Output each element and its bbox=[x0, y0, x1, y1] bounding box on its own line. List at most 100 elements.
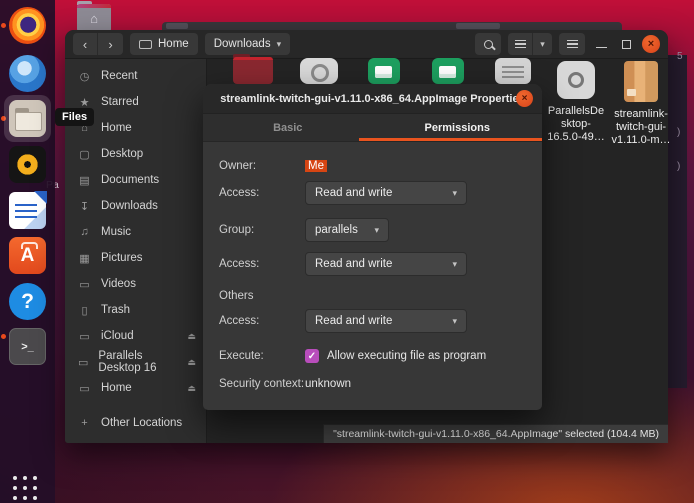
disk-image-icon bbox=[557, 61, 595, 99]
group-access-dropdown[interactable]: Read and write ▾ bbox=[305, 252, 467, 276]
background-text-fragment: ) bbox=[677, 161, 680, 172]
trash-icon: ▯ bbox=[78, 304, 91, 317]
maximize-button[interactable] bbox=[617, 33, 635, 55]
execute-checkbox[interactable]: ✓ bbox=[305, 349, 319, 363]
star-icon: ★ bbox=[78, 96, 91, 109]
sidebar-item-recent[interactable]: ◷ Recent bbox=[65, 63, 206, 89]
tab-permissions[interactable]: Permissions bbox=[373, 114, 543, 141]
desktop-icon: ▢ bbox=[78, 148, 91, 161]
dialog-title: streamlink-twitch-gui-v1.11.0-x86_64.App… bbox=[220, 93, 524, 105]
others-access-dropdown[interactable]: Read and write ▾ bbox=[305, 309, 467, 333]
sidebar-label: Parallels Desktop 16 bbox=[98, 350, 177, 374]
sidebar-label: Videos bbox=[101, 278, 136, 290]
dock: A ? >_ bbox=[0, 0, 55, 503]
running-indicator bbox=[1, 334, 6, 339]
group-access-label: Access: bbox=[219, 258, 305, 270]
computer-icon bbox=[139, 40, 152, 49]
running-indicator bbox=[1, 23, 6, 28]
desktop: 5 ) ) ⌂ Pa A ? >_ Files ‹ › bbox=[0, 0, 694, 503]
file-parallels-desktop[interactable]: ParallelsDe sktop- 16.5.0-49… bbox=[544, 61, 608, 144]
show-applications-button[interactable] bbox=[13, 476, 39, 502]
disk-image-icon[interactable] bbox=[300, 58, 338, 84]
eject-icon[interactable]: ⏏ bbox=[187, 357, 196, 368]
sidebar-item-parallels-desktop-16[interactable]: ▭ Parallels Desktop 16 ⏏ bbox=[65, 349, 206, 375]
background-window-tab bbox=[166, 23, 188, 29]
help-icon[interactable]: ? bbox=[9, 283, 46, 320]
video-icon: ▭ bbox=[78, 278, 91, 291]
view-options-dropdown[interactable]: ▾ bbox=[533, 33, 552, 55]
rhythmbox-icon[interactable] bbox=[9, 146, 46, 183]
back-button[interactable]: ‹ bbox=[73, 33, 98, 55]
folder-icon[interactable] bbox=[233, 57, 273, 84]
hamburger-icon bbox=[567, 40, 578, 49]
breadcrumb-downloads[interactable]: Downloads ▾ bbox=[205, 33, 290, 55]
owner-access-dropdown[interactable]: Read and write ▾ bbox=[305, 181, 467, 205]
clock-icon: ◷ bbox=[78, 70, 91, 83]
sidebar-label: Downloads bbox=[101, 200, 158, 212]
navigation-buttons: ‹ › bbox=[73, 33, 123, 55]
sidebar-item-other-locations[interactable]: + Other Locations bbox=[65, 410, 206, 436]
sidebar-label: Recent bbox=[101, 70, 137, 82]
menu-button[interactable] bbox=[559, 33, 585, 55]
chevron-down-icon: ▾ bbox=[374, 225, 379, 236]
libreoffice-writer-icon[interactable] bbox=[9, 192, 46, 229]
sidebar-item-desktop[interactable]: ▢ Desktop bbox=[65, 141, 206, 167]
tab-basic[interactable]: Basic bbox=[203, 114, 373, 141]
permissions-panel: Owner: Me Access: Read and write ▾ Group… bbox=[203, 142, 542, 390]
maximize-icon bbox=[622, 40, 631, 49]
list-view-button[interactable] bbox=[508, 33, 533, 55]
download-icon: ↧ bbox=[78, 200, 91, 213]
picture-icon: ▦ bbox=[78, 252, 91, 265]
package-icon bbox=[624, 61, 658, 102]
active-tab-underline bbox=[359, 138, 542, 141]
background-text-fragment: 5 bbox=[677, 51, 683, 62]
sidebar-item-downloads[interactable]: ↧ Downloads bbox=[65, 193, 206, 219]
group-dropdown[interactable]: parallels ▾ bbox=[305, 218, 389, 242]
plus-icon: + bbox=[78, 417, 91, 429]
firefox-icon[interactable] bbox=[9, 7, 46, 44]
sidebar-label: Home bbox=[101, 122, 132, 134]
terminal-icon[interactable]: >_ bbox=[9, 328, 46, 365]
execute-checkbox-label[interactable]: Allow executing file as program bbox=[327, 350, 486, 362]
search-icon bbox=[484, 40, 493, 49]
file-label: streamlink- twitch-gui- v1.11.0-m… bbox=[611, 108, 670, 147]
sidebar-label: Music bbox=[101, 226, 131, 238]
file-streamlink-twitch-gui[interactable]: streamlink- twitch-gui- v1.11.0-m… bbox=[611, 61, 671, 147]
sidebar-item-documents[interactable]: ▤ Documents bbox=[65, 167, 206, 193]
owner-access-label: Access: bbox=[219, 187, 305, 199]
minimize-button[interactable] bbox=[592, 33, 610, 55]
spreadsheet-icon[interactable] bbox=[368, 58, 400, 84]
sidebar-item-home-drive[interactable]: ▭ Home ⏏ bbox=[65, 375, 206, 401]
files-icon[interactable] bbox=[9, 100, 46, 137]
eject-icon[interactable]: ⏏ bbox=[187, 331, 196, 342]
spreadsheet-icon[interactable] bbox=[432, 58, 464, 84]
search-button[interactable] bbox=[475, 33, 501, 55]
chevron-down-icon: ▾ bbox=[452, 316, 457, 327]
security-context-value: unknown bbox=[305, 378, 351, 390]
sidebar-item-pictures[interactable]: ▦ Pictures bbox=[65, 245, 206, 271]
sidebar-item-trash[interactable]: ▯ Trash bbox=[65, 297, 206, 323]
security-context-label: Security context: bbox=[219, 378, 305, 390]
thunderbird-icon[interactable] bbox=[9, 55, 46, 92]
sidebar-item-music[interactable]: ♫ Music bbox=[65, 219, 206, 245]
drive-icon: ▭ bbox=[78, 356, 88, 369]
text-file-icon[interactable] bbox=[495, 58, 531, 84]
background-window-tab bbox=[456, 23, 500, 29]
sidebar-label: Documents bbox=[101, 174, 159, 186]
close-window-button[interactable]: × bbox=[642, 35, 660, 53]
sidebar-label: Trash bbox=[101, 304, 130, 316]
dropdown-value: Read and write bbox=[315, 187, 392, 199]
sidebar-item-icloud[interactable]: ▭ iCloud ⏏ bbox=[65, 323, 206, 349]
breadcrumb-home[interactable]: Home bbox=[130, 33, 198, 55]
execute-label: Execute: bbox=[219, 350, 305, 362]
ubuntu-software-icon[interactable]: A bbox=[9, 237, 46, 274]
dropdown-value: Read and write bbox=[315, 258, 392, 270]
group-label: Group: bbox=[219, 224, 305, 236]
sidebar-item-videos[interactable]: ▭ Videos bbox=[65, 271, 206, 297]
desktop-home-folder-icon[interactable]: ⌂ bbox=[77, 4, 111, 32]
close-dialog-button[interactable]: × bbox=[516, 90, 533, 107]
forward-button[interactable]: › bbox=[98, 33, 123, 55]
files-tooltip: Files bbox=[55, 108, 94, 126]
eject-icon[interactable]: ⏏ bbox=[187, 383, 196, 394]
drive-icon: ▭ bbox=[78, 382, 91, 395]
